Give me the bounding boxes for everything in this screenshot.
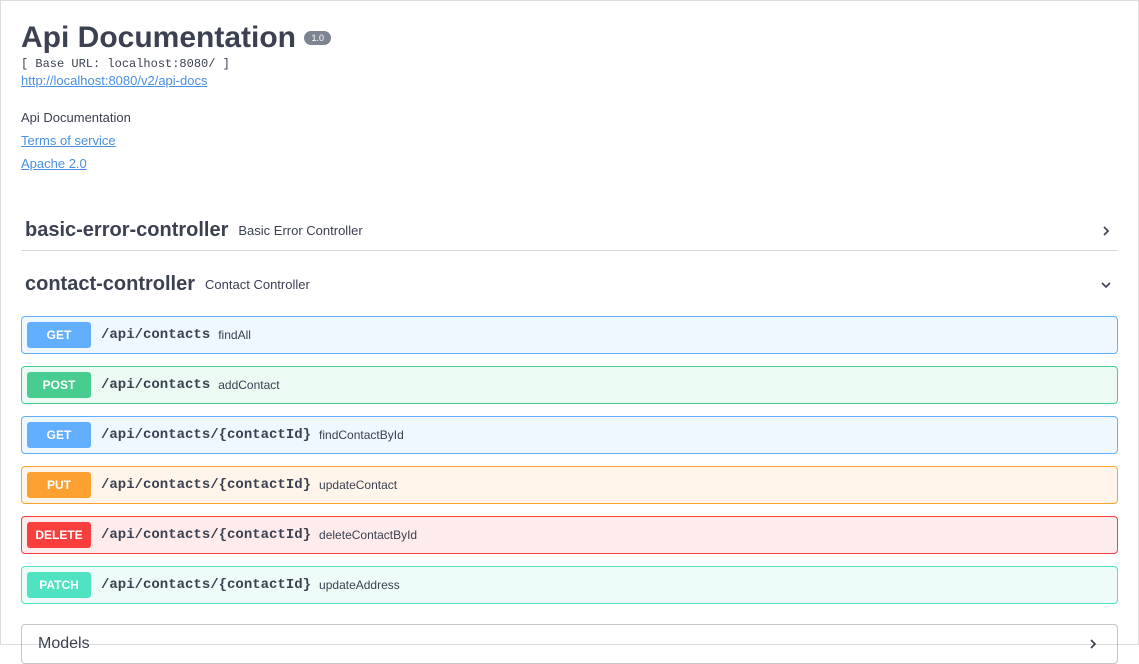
chevron-right-icon <box>1085 636 1101 652</box>
chevron-right-icon <box>1098 223 1114 239</box>
api-docs-link[interactable]: http://localhost:8080/v2/api-docs <box>21 73 207 88</box>
endpoint-path: /api/contacts <box>101 327 210 343</box>
controller-desc: Contact Controller <box>205 277 1098 292</box>
endpoint-path: /api/contacts/{contactId} <box>101 477 311 493</box>
http-method-badge: GET <box>27 322 91 348</box>
endpoint-operation: findAll <box>218 328 251 342</box>
endpoint-operation: updateContact <box>319 478 397 492</box>
base-url: [ Base URL: localhost:8080/ ] <box>21 57 1118 71</box>
page-title: Api Documentation <box>21 21 296 55</box>
endpoint-row[interactable]: DELETE/api/contacts/{contactId} deleteCon… <box>21 516 1118 554</box>
controller-contact[interactable]: contact-controller Contact Controller <box>21 265 1118 304</box>
version-badge: 1.0 <box>304 31 331 45</box>
models-section[interactable]: Models <box>21 624 1118 664</box>
controller-name: contact-controller <box>25 273 195 296</box>
endpoint-operation: findContactById <box>319 428 404 442</box>
endpoint-path: /api/contacts/{contactId} <box>101 577 311 593</box>
endpoint-path: /api/contacts <box>101 377 210 393</box>
license-link[interactable]: Apache 2.0 <box>21 156 1118 171</box>
endpoint-operation: addContact <box>218 378 279 392</box>
api-description: Api Documentation <box>21 110 1118 125</box>
http-method-badge: PUT <box>27 472 91 498</box>
endpoint-row[interactable]: GET/api/contacts findAll <box>21 316 1118 354</box>
controller-desc: Basic Error Controller <box>238 223 1098 238</box>
endpoint-row[interactable]: POST/api/contacts addContact <box>21 366 1118 404</box>
terms-link[interactable]: Terms of service <box>21 133 1118 148</box>
http-method-badge: DELETE <box>27 522 91 548</box>
endpoint-path: /api/contacts/{contactId} <box>101 527 311 543</box>
endpoint-row[interactable]: PATCH/api/contacts/{contactId} updateAddr… <box>21 566 1118 604</box>
api-header: Api Documentation 1.0 [ Base URL: localh… <box>21 21 1118 171</box>
endpoint-operation: deleteContactById <box>319 528 417 542</box>
endpoint-row[interactable]: PUT/api/contacts/{contactId} updateContac… <box>21 466 1118 504</box>
endpoint-operation: updateAddress <box>319 578 400 592</box>
models-title: Models <box>38 635 1085 653</box>
http-method-badge: GET <box>27 422 91 448</box>
http-method-badge: PATCH <box>27 572 91 598</box>
controller-name: basic-error-controller <box>25 219 228 242</box>
controller-basic-error[interactable]: basic-error-controller Basic Error Contr… <box>21 211 1118 251</box>
chevron-down-icon <box>1098 277 1114 293</box>
http-method-badge: POST <box>27 372 91 398</box>
endpoint-row[interactable]: GET/api/contacts/{contactId} findContactB… <box>21 416 1118 454</box>
endpoint-path: /api/contacts/{contactId} <box>101 427 311 443</box>
